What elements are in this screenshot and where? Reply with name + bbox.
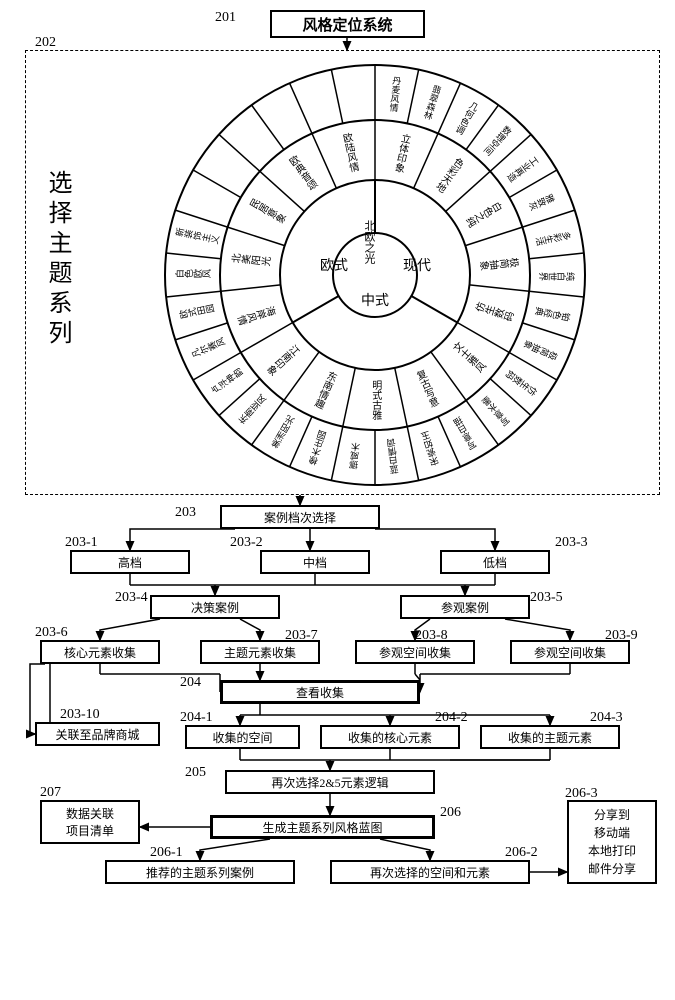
ref-204-1: 204-1 [180, 710, 213, 726]
box-data-link-list: 数据关联 项目清单 [40, 800, 140, 844]
ref-203-2: 203-2 [230, 535, 263, 551]
box-core-collect: 核心元素收集 [40, 640, 160, 664]
box-collected-theme: 收集的主题元素 [480, 725, 620, 749]
ref-203-10: 203-10 [60, 707, 100, 723]
svg-text:明式古雅: 明式古雅 [370, 380, 382, 421]
box-visit-space-2: 参观空间收集 [510, 640, 630, 664]
box-grade-low: 低档 [440, 550, 550, 574]
ring1-eu: 欧式 [320, 258, 348, 274]
box-visit-space-1: 参观空间收集 [355, 640, 475, 664]
box-style-system: 风格定位系统 [270, 10, 425, 38]
box-brand-mall: 关联至品牌商城 [35, 722, 160, 746]
box-decision-case: 决策案例 [150, 595, 280, 619]
ref-204-3: 204-3 [590, 710, 623, 726]
box-theme-collect: 主题元素收集 [200, 640, 320, 664]
box-case-grade: 案例档次选择 [220, 505, 380, 529]
ref-201: 201 [215, 10, 236, 26]
box-grade-mid: 中档 [260, 550, 370, 574]
center-top: 北欧之光 [363, 220, 376, 265]
box-view-collect: 查看收集 [220, 680, 420, 704]
ref-207: 207 [40, 785, 61, 801]
ref-203: 203 [175, 505, 196, 521]
ref-202: 202 [35, 35, 56, 51]
ref-206-2: 206-2 [505, 845, 538, 861]
box-reselect-logic: 再次选择2&5元素逻辑 [225, 770, 435, 794]
ref-203-3: 203-3 [555, 535, 588, 551]
box-collected-core: 收集的核心元素 [320, 725, 460, 749]
box-recommended: 推荐的主题系列案例 [105, 860, 295, 884]
svg-text:纯白世界: 纯白世界 [538, 271, 576, 281]
ring1-modern: 现代 [403, 258, 431, 274]
ref-206-1: 206-1 [150, 845, 183, 861]
box-visit-case: 参观案例 [400, 595, 530, 619]
svg-text:白色欧风: 白色欧风 [174, 269, 212, 279]
ref-203-4: 203-4 [115, 590, 148, 606]
panel-title: 选择主题系列 [40, 170, 75, 350]
ref-204: 204 [180, 675, 201, 691]
ref-203-1: 203-1 [65, 535, 98, 551]
box-collected-space: 收集的空间 [185, 725, 300, 749]
box-reselect-space: 再次选择的空间和元素 [330, 860, 530, 884]
box-gen-blueprint: 生成主题系列风格蓝图 [210, 815, 435, 839]
ring1-cn: 中式 [361, 293, 389, 309]
ref-203-6: 203-6 [35, 625, 68, 641]
sunburst-chart: 欧式 现代 中式 北欧之光 立体印象色彩天地白色之纯极简抽象仿生数码文士雅风复古… [160, 60, 590, 490]
box-share: 分享到 移动端 本地打印 邮件分享 [567, 800, 657, 884]
ref-204-2: 204-2 [435, 710, 468, 726]
box-grade-high: 高档 [70, 550, 190, 574]
ref-205: 205 [185, 765, 206, 781]
ref-203-5: 203-5 [530, 590, 563, 606]
ref-206: 206 [440, 805, 461, 821]
